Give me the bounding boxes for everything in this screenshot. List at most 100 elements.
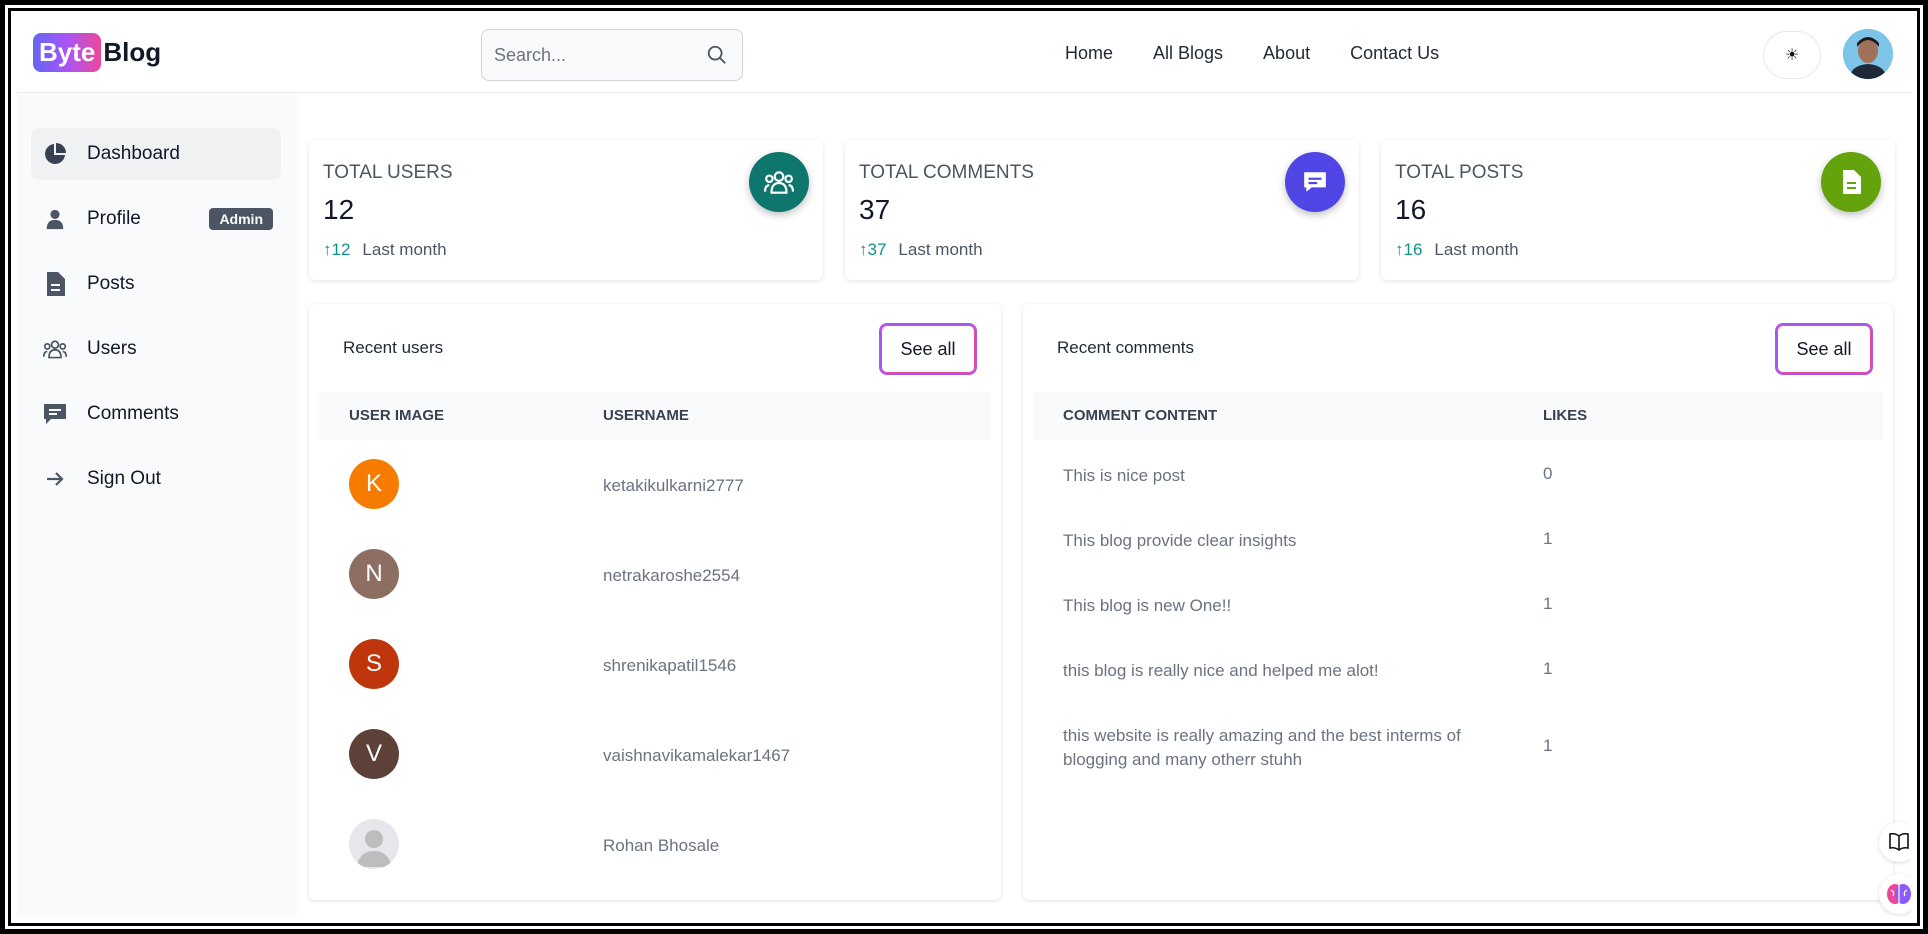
- logo[interactable]: Byte Blog: [33, 33, 161, 72]
- username: netrakaroshe2554: [603, 566, 741, 585]
- avatar: N: [349, 549, 399, 599]
- table-row[interactable]: K ketakikulkarni2777: [319, 454, 991, 514]
- search-input[interactable]: [482, 30, 742, 80]
- stat-period: Last month: [898, 240, 983, 259]
- nav-about[interactable]: About: [1263, 43, 1310, 64]
- sidebar-item-label: Comments: [87, 403, 179, 424]
- table-row[interactable]: S shrenikapatil1546: [319, 634, 991, 694]
- see-all-comments-button[interactable]: See all: [1775, 323, 1873, 375]
- table-row[interactable]: N netrakaroshe2554: [319, 544, 991, 604]
- stat-label: TOTAL COMMENTS: [859, 162, 1034, 183]
- panel-title: Recent comments: [1057, 338, 1194, 357]
- column-header: LIKES: [1543, 407, 1588, 424]
- nav-all-blogs[interactable]: All Blogs: [1153, 43, 1223, 64]
- username: ketakikulkarni2777: [603, 476, 744, 495]
- arrow-right-icon: [43, 467, 67, 491]
- stat-value: 37: [859, 194, 891, 225]
- comment-likes: 1: [1543, 594, 1553, 613]
- comment-likes: 0: [1543, 464, 1553, 483]
- stat-label: TOTAL USERS: [323, 162, 453, 183]
- pie-chart-icon: [43, 142, 67, 166]
- nav-contact-us[interactable]: Contact Us: [1350, 43, 1439, 64]
- dashboard-main: TOTAL USERS 12 ↑12 Last month TOTAL COMM…: [297, 94, 1911, 917]
- stat-delta: 16: [1403, 240, 1423, 259]
- stat-value: 12: [323, 194, 355, 225]
- trend-up: ↑37: [859, 240, 887, 259]
- stat-value: 16: [1395, 194, 1427, 225]
- brain-icon[interactable]: [1879, 874, 1911, 914]
- stat-period: Last month: [362, 240, 447, 259]
- comment-likes: 1: [1543, 659, 1553, 678]
- comment-content: this website is really amazing and the b…: [1063, 726, 1461, 769]
- sidebar-item-label: Dashboard: [87, 143, 180, 164]
- sidebar-item-users[interactable]: Users: [31, 323, 281, 375]
- table-row[interactable]: V vaishnavikamalekar1467: [319, 724, 991, 784]
- app-root: Byte Blog Home All Blogs About Contact U…: [17, 17, 1911, 917]
- user-avatar[interactable]: [1843, 29, 1893, 79]
- comment-content: This blog provide clear insights: [1063, 531, 1297, 550]
- table-row[interactable]: This blog provide clear insights 1: [1033, 529, 1883, 559]
- trend-up: ↑12: [323, 240, 351, 259]
- stat-card-users: TOTAL USERS 12 ↑12 Last month: [309, 140, 823, 280]
- sidebar-item-label: Sign Out: [87, 468, 161, 489]
- theme-toggle-button[interactable]: ☀: [1763, 31, 1821, 79]
- comment-likes: 1: [1543, 529, 1553, 548]
- sidebar-item-profile[interactable]: Profile Admin: [31, 193, 281, 245]
- comment-icon: [43, 402, 67, 426]
- stat-trend: ↑16 Last month: [1395, 240, 1519, 260]
- panel-title: Recent users: [343, 338, 444, 357]
- document-icon: [43, 272, 67, 296]
- sidebar-item-posts[interactable]: Posts: [31, 258, 281, 310]
- stat-label: TOTAL POSTS: [1395, 162, 1524, 183]
- logo-badge: Byte: [33, 33, 102, 72]
- users-icon: [43, 337, 67, 361]
- see-all-users-button[interactable]: See all: [879, 323, 977, 375]
- users-icon: [749, 152, 809, 212]
- comment-content: This blog is new One!!: [1063, 596, 1232, 615]
- comment-likes: 1: [1543, 736, 1553, 755]
- default-avatar-icon: [349, 819, 399, 869]
- sidebar-item-label: Posts: [87, 273, 135, 294]
- search-box: [481, 29, 743, 81]
- sun-icon: ☀: [1784, 47, 1800, 64]
- sidebar-item-comments[interactable]: Comments: [31, 388, 281, 440]
- table-row[interactable]: Rohan Bhosale: [319, 814, 991, 874]
- comment-content: This is nice post: [1063, 466, 1185, 485]
- logo-text: Blog: [103, 37, 162, 67]
- table-row[interactable]: This is nice post 0: [1033, 464, 1883, 494]
- sidebar-item-sign-out[interactable]: Sign Out: [31, 453, 281, 505]
- column-header: COMMENT CONTENT: [1063, 407, 1218, 424]
- username: vaishnavikamalekar1467: [603, 746, 791, 765]
- avatar: K: [349, 459, 399, 509]
- stat-delta: 37: [867, 240, 887, 259]
- stat-card-comments: TOTAL COMMENTS 37 ↑37 Last month: [845, 140, 1359, 280]
- top-header: Byte Blog Home All Blogs About Contact U…: [17, 17, 1911, 93]
- table-header: USER IMAGE USERNAME: [319, 392, 991, 440]
- stat-delta: 12: [331, 240, 351, 259]
- user-icon: [43, 207, 67, 231]
- book-icon[interactable]: [1879, 822, 1911, 862]
- avatar: S: [349, 639, 399, 689]
- stat-card-posts: TOTAL POSTS 16 ↑16 Last month: [1381, 140, 1895, 280]
- sidebar-item-label: Users: [87, 338, 137, 359]
- table-row[interactable]: This blog is new One!! 1: [1033, 594, 1883, 624]
- document-icon: [1821, 152, 1881, 212]
- main-nav: Home All Blogs About Contact Us: [1065, 43, 1439, 64]
- recent-users-panel: Recent users See all USER IMAGE USERNAME…: [309, 304, 1001, 900]
- table-header: COMMENT CONTENT LIKES: [1033, 392, 1883, 440]
- recent-comments-panel: Recent comments See all COMMENT CONTENT …: [1023, 304, 1893, 900]
- sidebar-item-dashboard[interactable]: Dashboard: [31, 128, 281, 180]
- column-header: USERNAME: [603, 407, 689, 424]
- stat-trend: ↑37 Last month: [859, 240, 983, 260]
- avatar: V: [349, 729, 399, 779]
- table-row[interactable]: this blog is really nice and helped me a…: [1033, 659, 1883, 689]
- window-frame: Byte Blog Home All Blogs About Contact U…: [5, 5, 1923, 929]
- username: shrenikapatil1546: [603, 656, 737, 675]
- avatar-image: [1843, 29, 1893, 79]
- table-row[interactable]: this website is really amazing and the b…: [1033, 724, 1883, 778]
- nav-home[interactable]: Home: [1065, 43, 1113, 64]
- sidebar-item-label: Profile: [87, 208, 141, 229]
- search-icon[interactable]: [706, 44, 728, 66]
- trend-up: ↑16: [1395, 240, 1423, 259]
- stat-trend: ↑12 Last month: [323, 240, 447, 260]
